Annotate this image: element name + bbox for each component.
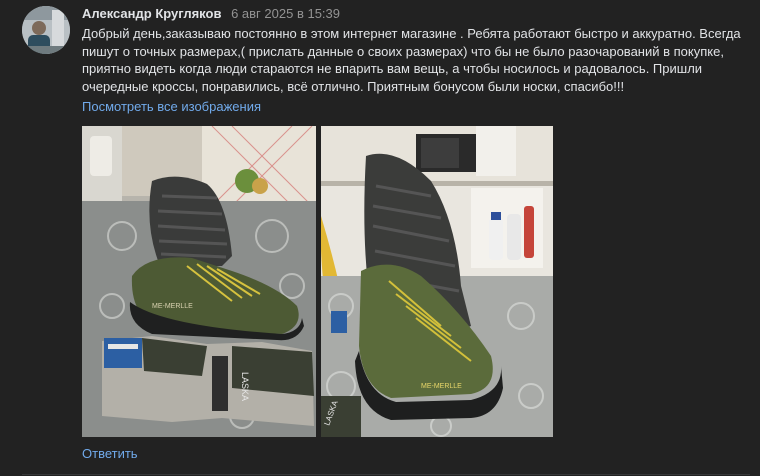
review-photo-2[interactable]: ME-MERLLE LASKA <box>321 126 553 437</box>
divider <box>22 474 750 475</box>
reply-link[interactable]: Ответить <box>82 446 138 461</box>
review-date[interactable]: 6 авг 2025 в 15:39 <box>231 6 340 21</box>
review-text: Добрый день,заказываю постоянно в этом и… <box>82 26 741 94</box>
show-all-images-link[interactable]: Посмотреть все изображения <box>82 99 261 114</box>
svg-text:ME-MERLLE: ME-MERLLE <box>421 383 462 390</box>
review-header: Александр Кругляков 6 авг 2025 в 15:39 <box>82 6 340 22</box>
review-photo-1[interactable]: ME-MERLLE LASKA <box>82 126 316 437</box>
svg-text:ME-MERLLE: ME-MERLLE <box>152 303 193 310</box>
author-name[interactable]: Александр Кругляков <box>82 6 221 21</box>
svg-text:LASKA: LASKA <box>240 372 250 401</box>
avatar[interactable] <box>22 6 70 54</box>
